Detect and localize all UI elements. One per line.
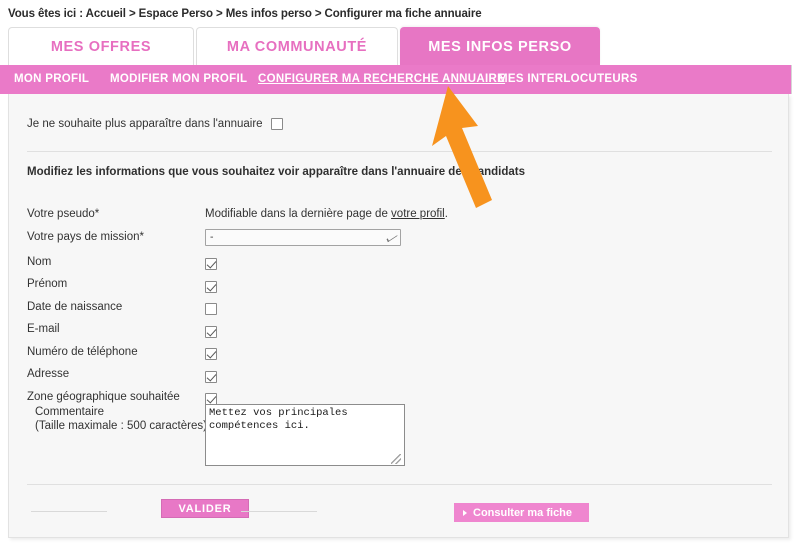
checkbox-adresse[interactable] xyxy=(205,370,217,383)
checkbox-wrap-nom xyxy=(205,257,217,271)
field-label-adresse: Adresse xyxy=(27,368,70,380)
comment-textarea[interactable]: Mettez vos principales compétences ici. xyxy=(205,404,405,466)
subnav-item-mon-profil[interactable]: MON PROFIL xyxy=(14,65,89,94)
divider-top xyxy=(27,151,772,152)
field-label-pseudo: Votre pseudo* xyxy=(27,208,100,220)
row-numero-de-telephone: Numéro de téléphone xyxy=(27,344,772,367)
row-prenom: Prénom xyxy=(27,276,772,299)
tab-label: MA COMMUNAUTÉ xyxy=(226,38,368,55)
comment-label: Commentaire (Taille maximale : 500 carac… xyxy=(35,406,207,433)
checkbox-numero-de-telephone[interactable] xyxy=(205,348,217,361)
row-pseudo: Votre pseudo* Modifiable dans la dernièr… xyxy=(27,206,772,229)
country-select[interactable]: - xyxy=(205,228,401,246)
row-adresse: Adresse xyxy=(27,366,772,389)
row-pays-de-mission: Votre pays de mission* - xyxy=(27,228,772,254)
comment-label-line1: Commentaire xyxy=(35,406,105,418)
resize-handle-icon[interactable] xyxy=(391,454,401,464)
checkbox-date-de-naissance[interactable] xyxy=(205,303,217,316)
divider-bottom xyxy=(27,484,772,485)
checkbox-prenom[interactable] xyxy=(205,280,217,293)
consulter-label: Consulter ma fiche xyxy=(473,506,573,519)
form-rows: Votre pseudo* Modifiable dans la dernièr… xyxy=(27,206,772,411)
country-select-wrap: - xyxy=(205,228,401,246)
checkbox-wrap-prenom xyxy=(205,279,217,293)
subnav-item-configurer-ma-recherche-annuaire[interactable]: CONFIGURER MA RECHERCHE ANNUAIRE xyxy=(258,65,505,94)
pseudo-hint-suffix: . xyxy=(444,208,448,220)
checkbox-nom[interactable] xyxy=(205,258,217,271)
subnav-label: MODIFIER MON PROFIL xyxy=(110,73,248,85)
optout-checkbox[interactable] xyxy=(270,118,283,130)
tab-mes-infos-perso[interactable]: MES INFOS PERSO xyxy=(400,27,600,65)
valider-label: VALIDER xyxy=(178,502,232,515)
checkbox-wrap-date-de-naissance xyxy=(205,302,217,316)
caret-right-icon xyxy=(463,509,467,516)
subnav-item-mes-interlocuteurs[interactable]: MES INTERLOCUTEURS xyxy=(498,65,638,94)
breadcrumb: Vous êtes ici : Accueil > Espace Perso >… xyxy=(8,8,482,20)
tab-ma-communaute[interactable]: MA COMMUNAUTÉ xyxy=(196,27,398,65)
primary-tab-strip: MES OFFRES MA COMMUNAUTÉ MES INFOS PERSO xyxy=(8,27,792,65)
subnav-label: MON PROFIL xyxy=(14,73,90,85)
field-label-numero-de-telephone: Numéro de téléphone xyxy=(27,345,138,358)
votre-profil-link[interactable]: votre profil xyxy=(391,208,445,220)
subnav-label: CONFIGURER MA RECHERCHE ANNUAIRE xyxy=(258,73,506,85)
checkbox-wrap-numero-de-telephone xyxy=(205,347,217,361)
row-email: E-mail xyxy=(27,321,772,344)
tab-label: MES INFOS PERSO xyxy=(428,38,572,55)
checkbox-wrap-adresse xyxy=(205,369,217,383)
content-panel: Je ne souhaite plus apparaître dans l'an… xyxy=(8,94,789,538)
checkbox-email[interactable] xyxy=(205,325,217,338)
field-label-prenom: Prénom xyxy=(27,278,68,290)
row-nom: Nom xyxy=(27,254,772,277)
decorative-line-left xyxy=(31,511,107,512)
field-label-nom: Nom xyxy=(27,255,52,268)
field-label-pays-de-mission: Votre pays de mission* xyxy=(27,230,144,243)
field-label-zone-geographique-souhaitee: Zone géographique souhaitée xyxy=(27,390,180,403)
field-label-email: E-mail xyxy=(27,323,60,335)
tab-mes-offres[interactable]: MES OFFRES xyxy=(8,27,194,65)
field-label-date-de-naissance: Date de naissance xyxy=(27,300,123,313)
country-selected-value: - xyxy=(210,230,214,243)
optout-row: Je ne souhaite plus apparaître dans l'an… xyxy=(27,118,283,130)
optout-label: Je ne souhaite plus apparaître dans l'an… xyxy=(27,118,263,130)
row-date-de-naissance: Date de naissance xyxy=(27,299,772,322)
intro-text: Modifiez les informations que vous souha… xyxy=(27,166,525,178)
comment-label-line2: (Taille maximale : 500 caractères) xyxy=(35,419,207,432)
tab-label: MES OFFRES xyxy=(50,38,152,55)
pseudo-hint-prefix: Modifiable dans la dernière page de xyxy=(205,208,392,220)
decorative-line-right xyxy=(241,511,317,512)
valider-button[interactable]: VALIDER xyxy=(161,499,249,518)
chevron-down-icon xyxy=(386,232,398,242)
pseudo-hint: Modifiable dans la dernière page de votr… xyxy=(205,206,448,222)
footer-actions: VALIDER Consulter ma fiche xyxy=(9,490,788,538)
checkbox-wrap-email xyxy=(205,324,217,338)
sub-navigation-bar: MON PROFIL MODIFIER MON PROFIL CONFIGURE… xyxy=(0,65,792,94)
consulter-ma-fiche-button[interactable]: Consulter ma fiche xyxy=(454,503,589,522)
subnav-item-modifier-mon-profil[interactable]: MODIFIER MON PROFIL xyxy=(110,65,247,94)
subnav-label: MES INTERLOCUTEURS xyxy=(498,73,638,85)
